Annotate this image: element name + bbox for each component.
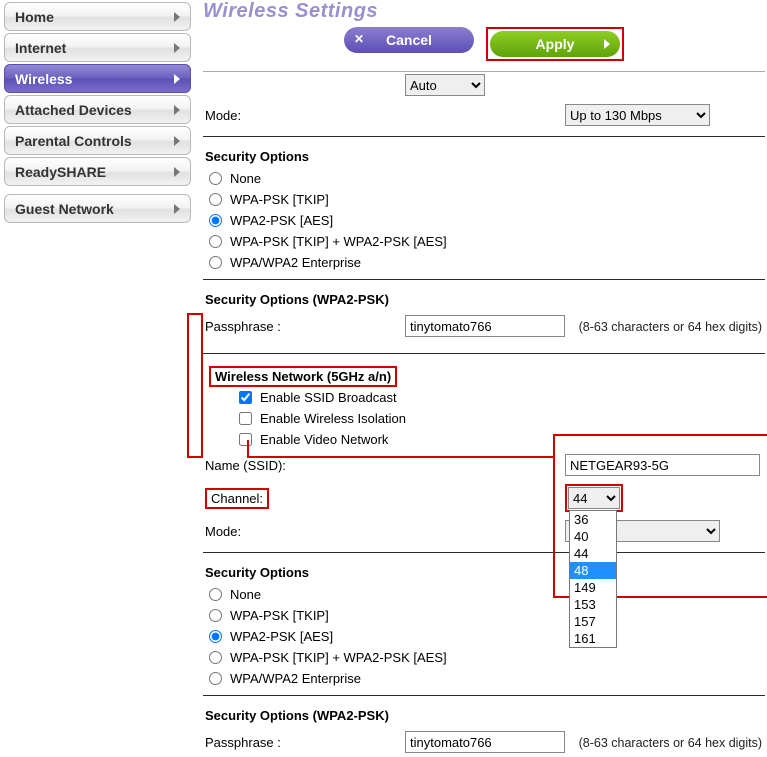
passphrase-5g-input[interactable] <box>405 731 565 753</box>
security-options-5g-head: Security Options <box>203 559 765 584</box>
video-network-label: Enable Video Network <box>260 432 388 447</box>
channel-option[interactable]: 161 <box>570 630 616 647</box>
sec-24g-wpa2-aes-radio[interactable] <box>209 214 222 227</box>
sec-enterprise-label: WPA/WPA2 Enterprise <box>230 255 361 270</box>
chevron-right-icon <box>174 204 180 214</box>
nav-readyshare[interactable]: ReadySHARE <box>4 157 191 186</box>
mode-24g-label: Mode: <box>205 108 405 123</box>
wireless-5ghz-head: Wireless Network (5GHz a/n) <box>209 366 397 387</box>
chevron-right-icon <box>174 105 180 115</box>
sec-wpa2-aes-label: WPA2-PSK [AES] <box>230 213 333 228</box>
close-icon: ✕ <box>354 33 368 47</box>
nav-label: ReadySHARE <box>15 164 106 180</box>
cancel-label: Cancel <box>386 32 432 48</box>
cancel-button[interactable]: ✕ Cancel <box>344 27 474 53</box>
sec-24g-wpa-both-radio[interactable] <box>209 235 222 248</box>
sec-5g-none-radio[interactable] <box>209 588 222 601</box>
chevron-right-icon <box>174 167 180 177</box>
nav-wireless[interactable]: Wireless <box>4 64 191 93</box>
sec-5g-wpa-both-radio[interactable] <box>209 651 222 664</box>
nav-label: Internet <box>15 40 66 56</box>
mode-24g-select[interactable]: Up to 130 Mbps <box>565 104 710 126</box>
sec-5g-enterprise-radio[interactable] <box>209 672 222 685</box>
nav-attached-devices[interactable]: Attached Devices <box>4 95 191 124</box>
video-network-checkbox[interactable] <box>239 433 252 446</box>
nav-home[interactable]: Home <box>4 2 191 31</box>
sec-wpa-both-label: WPA-PSK [TKIP] + WPA2-PSK [AES] <box>230 650 447 665</box>
chevron-right-icon <box>174 43 180 53</box>
sec-24g-none-radio[interactable] <box>209 172 222 185</box>
channel-option[interactable]: 153 <box>570 596 616 613</box>
channel-5g-dropdown-list[interactable]: 36 40 44 48 149 153 157 161 <box>569 510 617 648</box>
sec-wpa-both-label: WPA-PSK [TKIP] + WPA2-PSK [AES] <box>230 234 447 249</box>
nav-label: Attached Devices <box>15 102 132 118</box>
nav-label: Parental Controls <box>15 133 132 149</box>
nav-label: Guest Network <box>15 201 114 217</box>
passphrase-hint: (8-63 characters or 64 hex digits) <box>579 736 762 750</box>
ssid-broadcast-checkbox[interactable] <box>239 391 252 404</box>
channel-option[interactable]: 40 <box>570 528 616 545</box>
sec-24g-enterprise-radio[interactable] <box>209 256 222 269</box>
sec-5g-wpa-tkip-radio[interactable] <box>209 609 222 622</box>
channel-24g-select[interactable]: Auto <box>405 74 485 96</box>
nav-internet[interactable]: Internet <box>4 33 191 62</box>
nav-label: Home <box>15 9 54 25</box>
sec-wpa2-aes-label: WPA2-PSK [AES] <box>230 629 333 644</box>
passphrase-24g-label: Passphrase : <box>205 319 405 334</box>
mode-5g-label: Mode: <box>205 524 405 539</box>
chevron-right-icon <box>174 74 180 84</box>
sec-wpa-tkip-label: WPA-PSK [TKIP] <box>230 192 329 207</box>
chevron-right-icon <box>174 136 180 146</box>
page-title: Wireless Settings <box>203 0 765 23</box>
nav-label: Wireless <box>15 71 72 87</box>
sec-enterprise-label: WPA/WPA2 Enterprise <box>230 671 361 686</box>
apply-highlight: Apply <box>486 27 624 61</box>
passphrase-24g-input[interactable] <box>405 315 565 337</box>
passphrase-5g-label: Passphrase : <box>205 735 405 750</box>
security-options-24g-head: Security Options <box>203 143 765 168</box>
apply-button[interactable]: Apply <box>490 31 620 57</box>
sec-wpa-tkip-label: WPA-PSK [TKIP] <box>230 608 329 623</box>
ssid-broadcast-label: Enable SSID Broadcast <box>260 390 397 405</box>
wireless-isolation-label: Enable Wireless Isolation <box>260 411 406 426</box>
action-bar: ✕ Cancel Apply <box>203 27 765 61</box>
psk-24g-head: Security Options (WPA2-PSK) <box>203 286 765 311</box>
channel-option[interactable]: 157 <box>570 613 616 630</box>
chevron-right-icon <box>174 12 180 22</box>
channel-5g-label: Channel: <box>205 488 269 509</box>
nav-parental-controls[interactable]: Parental Controls <box>4 126 191 155</box>
main-panel: Wireless Settings ✕ Cancel Apply . Auto … <box>195 0 767 757</box>
apply-label: Apply <box>536 36 575 52</box>
sec-24g-wpa-tkip-radio[interactable] <box>209 193 222 206</box>
sec-5g-wpa2-aes-radio[interactable] <box>209 630 222 643</box>
passphrase-hint: (8-63 characters or 64 hex digits) <box>579 320 762 334</box>
psk-5g-head: Security Options (WPA2-PSK) <box>203 702 765 727</box>
ssid-5g-label: Name (SSID): <box>205 458 405 473</box>
channel-option[interactable]: 36 <box>570 511 616 528</box>
nav-guest-network[interactable]: Guest Network <box>4 194 191 223</box>
channel-option-selected[interactable]: 48 <box>570 562 616 579</box>
sec-none-label: None <box>230 587 261 602</box>
wireless-isolation-checkbox[interactable] <box>239 412 252 425</box>
channel-5g-select[interactable]: 44 <box>568 487 620 509</box>
sidebar: Home Internet Wireless Attached Devices … <box>0 0 195 757</box>
chevron-right-icon <box>604 39 610 49</box>
channel-option[interactable]: 44 <box>570 545 616 562</box>
sec-none-label: None <box>230 171 261 186</box>
ssid-5g-input[interactable] <box>565 454 760 476</box>
channel-option[interactable]: 149 <box>570 579 616 596</box>
channel-5g-highlight: 44 36 40 44 48 149 153 157 161 <box>565 484 623 512</box>
